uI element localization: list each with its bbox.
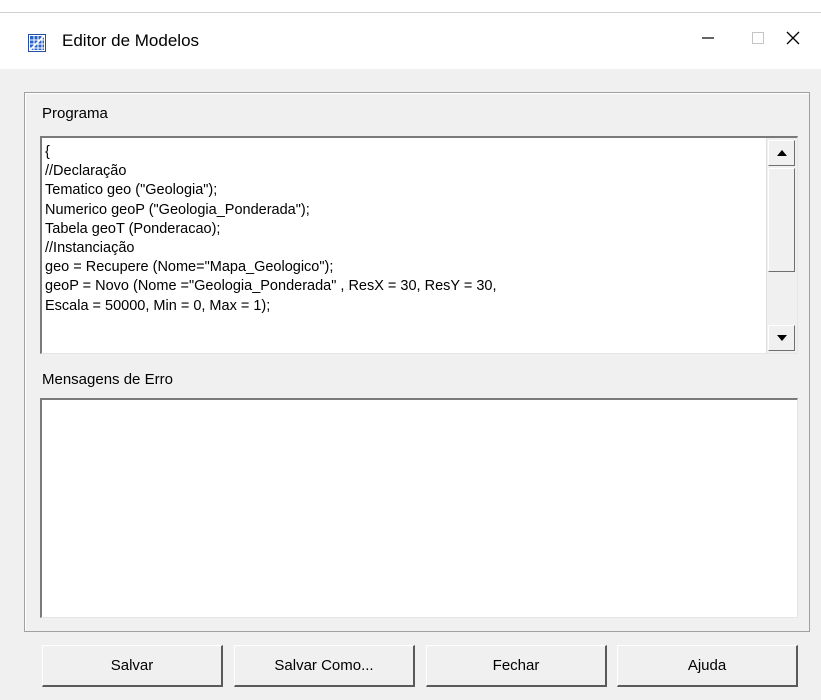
code-line: { [45, 144, 50, 160]
code-line: //Declaração [45, 163, 127, 180]
error-messages-box[interactable] [40, 398, 798, 618]
program-code: { //Declaração Tematico geo ("Geologia")… [45, 143, 765, 316]
maximize-icon [751, 31, 765, 50]
title-bar[interactable]: Editor de Modelos [0, 13, 821, 69]
program-scrollbar[interactable] [766, 138, 797, 353]
code-line: geoP = Novo (Nome ="Geologia_Ponderada" … [45, 278, 497, 295]
salvar-como-button[interactable]: Salvar Como... [234, 645, 415, 687]
maximize-button[interactable] [738, 23, 778, 57]
editor-window: Editor de Modelos Programa { //Declaraçã… [0, 0, 821, 700]
mensagens-label: Mensagens de Erro [42, 371, 173, 388]
minimize-icon [701, 31, 715, 50]
window-title: Editor de Modelos [62, 31, 200, 50]
scroll-up-arrow-icon [776, 150, 787, 156]
close-icon [785, 30, 801, 51]
scroll-down-arrow-icon [776, 335, 787, 341]
code-line: Tematico geo ("Geologia"); [45, 182, 218, 199]
scroll-up-button[interactable] [768, 140, 795, 166]
window-top-edge [0, 0, 821, 13]
program-textarea[interactable]: { //Declaração Tematico geo ("Geologia")… [40, 136, 798, 354]
close-button[interactable] [773, 23, 813, 57]
ajuda-button[interactable]: Ajuda [617, 645, 798, 687]
minimize-button[interactable] [688, 23, 728, 57]
scroll-thumb[interactable] [768, 168, 795, 272]
programa-label: Programa [42, 105, 108, 122]
code-line: Escala = 50000, Min = 0, Max = 1); [45, 297, 271, 314]
scroll-down-button[interactable] [768, 325, 795, 351]
salvar-button[interactable]: Salvar [42, 645, 223, 687]
code-line: geo = Recupere (Nome="Mapa_Geologico"); [45, 259, 334, 276]
code-line: Numerico geoP ("Geologia_Ponderada"); [45, 201, 310, 218]
code-line: //Instanciação [45, 240, 135, 257]
model-editor-icon [28, 34, 46, 52]
fechar-button[interactable]: Fechar [426, 645, 607, 687]
code-line: Tabela geoT (Ponderacao); [45, 220, 221, 237]
